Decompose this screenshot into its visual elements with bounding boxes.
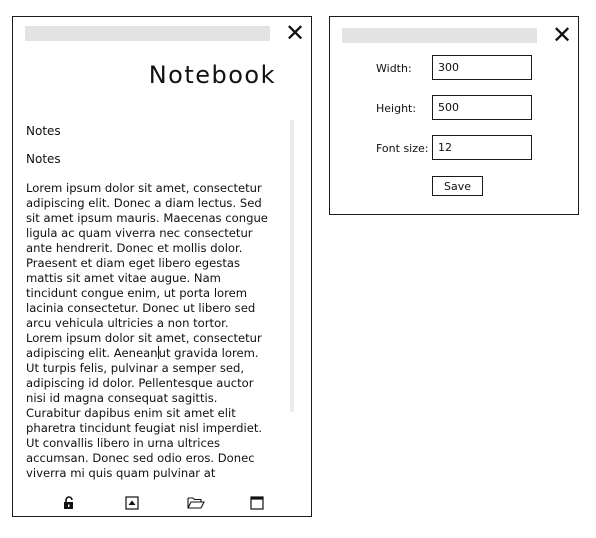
settings-window: ✕ Width: Height: Font size: Save: [329, 16, 579, 215]
lock-open-icon[interactable]: [57, 491, 81, 515]
notes-label-2: Notes: [26, 152, 61, 166]
close-icon[interactable]: ✕: [552, 23, 572, 47]
notebook-toolbar: [13, 491, 311, 515]
width-label: Width:: [376, 62, 412, 75]
notebook-window: ✕ Notebook Notes Notes Lorem ipsum dolor…: [12, 16, 312, 517]
settings-titlebar[interactable]: [342, 28, 537, 43]
height-field[interactable]: [432, 95, 532, 120]
notes-scrollbar[interactable]: [290, 120, 294, 412]
font-size-label: Font size:: [376, 142, 429, 155]
save-button[interactable]: Save: [432, 176, 483, 196]
page-title: Notebook: [148, 61, 276, 89]
notes-text-area[interactable]: Lorem ipsum dolor sit amet, consectetur …: [26, 181, 288, 483]
window-icon[interactable]: [245, 491, 269, 515]
notes-text-before-caret: Lorem ipsum dolor sit amet, consectetur …: [26, 181, 268, 360]
notes-text-after-caret: ut gravida lorem. Ut turpis felis, pulvi…: [26, 346, 263, 480]
folder-open-icon[interactable]: [184, 491, 208, 515]
eject-up-icon[interactable]: [120, 491, 144, 515]
height-label: Height:: [376, 102, 417, 115]
notebook-titlebar[interactable]: [25, 26, 270, 41]
notes-label-1: Notes: [26, 124, 61, 138]
font-size-field[interactable]: [432, 135, 532, 160]
close-icon[interactable]: ✕: [285, 21, 305, 45]
width-field[interactable]: [432, 55, 532, 80]
